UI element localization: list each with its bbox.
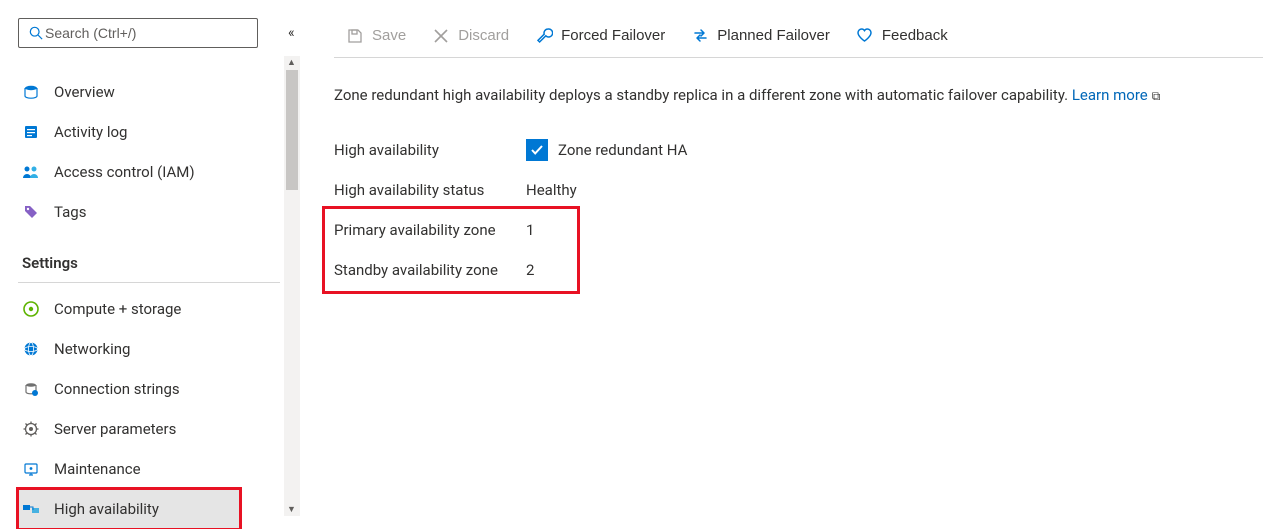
feedback-button[interactable]: Feedback: [844, 21, 960, 51]
connection-icon: [22, 380, 40, 398]
tag-icon: [22, 203, 40, 221]
search-input[interactable]: [45, 25, 249, 41]
globe-icon: [22, 340, 40, 358]
toolbar: Save Discard Forced Failover Planned Fai…: [334, 18, 1263, 58]
divider: [18, 282, 280, 283]
sidebar-item-activity-log[interactable]: Activity log: [18, 112, 284, 152]
sidebar-item-label: Server parameters: [54, 420, 176, 438]
sidebar-item-access-control[interactable]: Access control (IAM): [18, 152, 284, 192]
sidebar-item-label: Tags: [54, 203, 86, 221]
checkbox-label: Zone redundant HA: [558, 141, 687, 159]
button-label: Planned Failover: [717, 27, 830, 44]
sidebar-item-label: Access control (IAM): [54, 163, 195, 181]
sidebar-item-label: Maintenance: [54, 460, 141, 478]
button-label: Forced Failover: [561, 27, 665, 44]
description-text: Zone redundant high availability deploys…: [334, 86, 1263, 104]
sidebar-section-settings: Settings: [18, 232, 300, 280]
heart-icon: [856, 27, 874, 45]
row-standby-zone: Standby availability zone 2: [334, 250, 534, 290]
compute-icon: [22, 300, 40, 318]
ha-settings: High availability Zone redundant HA High…: [334, 130, 1263, 290]
forced-failover-button[interactable]: Forced Failover: [523, 21, 677, 51]
sidebar: « Overview Activity log Access control (…: [0, 0, 300, 518]
row-ha-status: High availability status Healthy: [334, 170, 1263, 210]
sidebar-item-compute-storage[interactable]: Compute + storage: [18, 289, 284, 329]
sidebar-item-label: Compute + storage: [54, 300, 181, 318]
zone-redundant-checkbox[interactable]: [526, 139, 548, 161]
button-label: Discard: [458, 27, 509, 44]
value-primary-zone: 1: [526, 221, 534, 239]
sidebar-item-high-availability[interactable]: High availability: [18, 489, 240, 529]
scroll-up-icon[interactable]: ▲: [287, 57, 296, 68]
external-link-icon: ⧉: [1152, 89, 1161, 103]
value-ha-status: Healthy: [526, 181, 577, 199]
value-standby-zone: 2: [526, 261, 534, 279]
label-ha-status: High availability status: [334, 181, 526, 199]
collapse-sidebar-button[interactable]: «: [288, 25, 295, 41]
save-icon: [346, 27, 364, 45]
sidebar-item-maintenance[interactable]: Maintenance: [18, 449, 284, 489]
sidebar-item-networking[interactable]: Networking: [18, 329, 284, 369]
search-icon: [27, 24, 45, 42]
search-box[interactable]: [18, 18, 258, 48]
sidebar-item-label: Overview: [54, 83, 115, 101]
save-button: Save: [334, 21, 418, 51]
sidebar-item-server-parameters[interactable]: Server parameters: [18, 409, 284, 449]
sidebar-item-tags[interactable]: Tags: [18, 192, 284, 232]
learn-more-link[interactable]: Learn more: [1072, 86, 1148, 104]
sidebar-item-label: High availability: [54, 500, 159, 518]
label-standby-zone: Standby availability zone: [334, 261, 526, 279]
scrollbar-thumb[interactable]: [286, 70, 298, 190]
button-label: Feedback: [882, 27, 948, 44]
main-panel: Save Discard Forced Failover Planned Fai…: [300, 0, 1283, 518]
label-high-availability: High availability: [334, 141, 526, 159]
wrench-icon: [535, 27, 553, 45]
planned-failover-button[interactable]: Planned Failover: [679, 21, 842, 51]
swap-icon: [691, 27, 709, 45]
database-icon: [22, 83, 40, 101]
discard-button: Discard: [420, 21, 521, 51]
scrollbar[interactable]: ▲ ▼: [284, 56, 300, 516]
button-label: Save: [372, 27, 406, 44]
row-primary-zone: Primary availability zone 1: [334, 210, 534, 250]
maintenance-icon: [22, 460, 40, 478]
activity-log-icon: [22, 123, 40, 141]
high-availability-icon: [22, 500, 40, 518]
people-icon: [22, 163, 40, 181]
close-icon: [432, 27, 450, 45]
sidebar-item-label: Activity log: [54, 123, 127, 141]
sidebar-item-label: Connection strings: [54, 380, 180, 398]
label-primary-zone: Primary availability zone: [334, 221, 526, 239]
gear-icon: [22, 420, 40, 438]
scroll-down-icon[interactable]: ▼: [287, 504, 296, 515]
sidebar-item-overview[interactable]: Overview: [18, 72, 284, 112]
row-high-availability: High availability Zone redundant HA: [334, 130, 1263, 170]
sidebar-item-label: Networking: [54, 340, 130, 358]
sidebar-item-connection-strings[interactable]: Connection strings: [18, 369, 284, 409]
